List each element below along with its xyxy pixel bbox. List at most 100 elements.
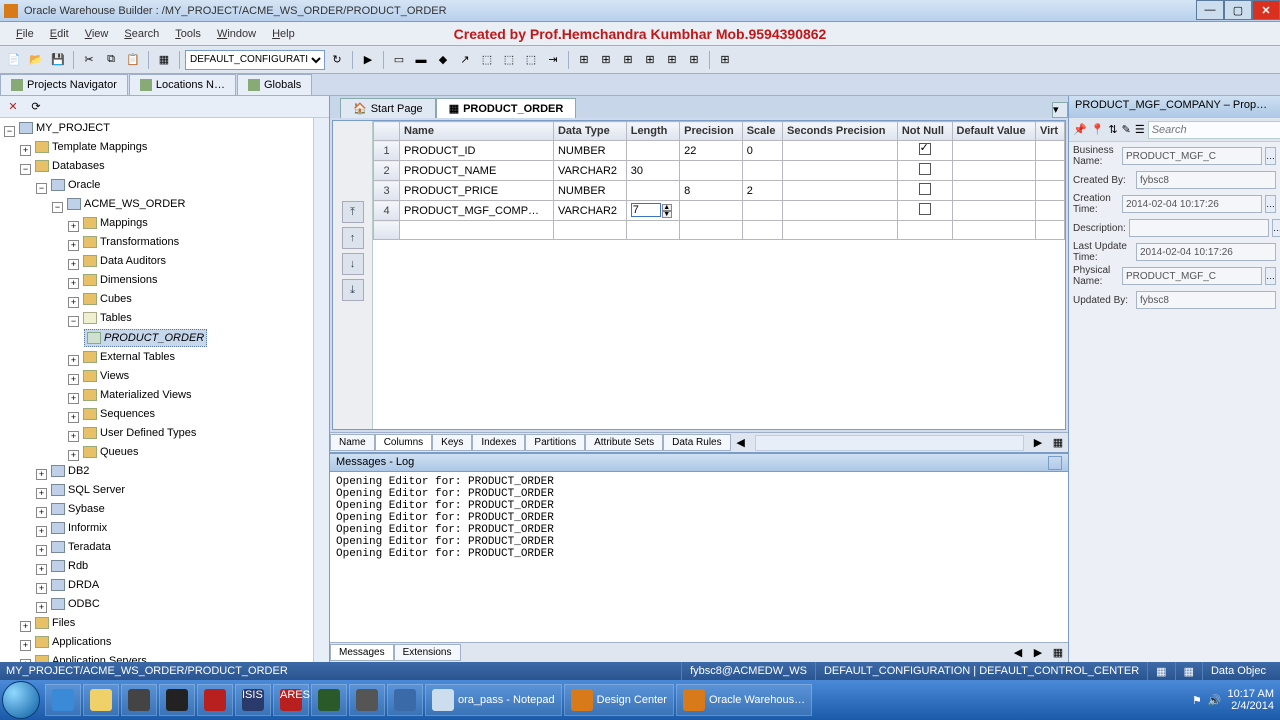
msg-nav-end-icon[interactable]: ▦ (1048, 643, 1068, 663)
tb-icon-3[interactable]: ◆ (433, 50, 453, 70)
tree-node[interactable]: Sybase (49, 501, 107, 517)
tree-node[interactable]: Transformations (81, 234, 181, 250)
move-up-button[interactable]: ↑ (342, 227, 364, 249)
spin-up-icon[interactable]: ▲ (662, 204, 672, 211)
tab-product-order[interactable]: ▦ PRODUCT_ORDER (436, 98, 577, 118)
tree-node[interactable]: Materialized Views (81, 387, 194, 403)
column-header[interactable]: Precision (680, 122, 743, 141)
notnull-checkbox[interactable] (919, 163, 931, 175)
move-bottom-button[interactable]: ⤓ (342, 279, 364, 301)
tab-projects-navigator[interactable]: Projects Navigator (0, 74, 128, 95)
tree-node[interactable]: Dimensions (81, 272, 159, 288)
move-down-button[interactable]: ↓ (342, 253, 364, 275)
prop-search-input[interactable] (1148, 121, 1280, 139)
tree-node[interactable]: Views (81, 368, 131, 384)
columns-table[interactable]: NameData TypeLengthPrecisionScaleSeconds… (373, 121, 1065, 240)
tree-node[interactable]: Applications (33, 634, 113, 650)
cut-icon[interactable]: ✂ (79, 50, 99, 70)
property-value[interactable] (1122, 195, 1262, 213)
tree-node[interactable]: Application Servers (33, 653, 149, 662)
prop-pin-icon[interactable]: 📌 (1072, 121, 1088, 139)
task-design-center[interactable]: Design Center (564, 684, 674, 716)
tree-node-product-order[interactable]: PRODUCT_ORDER (84, 329, 207, 347)
messages-tab-messages[interactable]: Messages (330, 644, 394, 661)
tree-node[interactable]: Files (33, 615, 77, 631)
bottom-tab-keys[interactable]: Keys (432, 434, 472, 451)
column-header[interactable] (374, 122, 400, 141)
tb-icon-9[interactable]: ⊞ (574, 50, 594, 70)
tb-icon-12[interactable]: ⊞ (640, 50, 660, 70)
save-icon[interactable]: 💾 (48, 50, 68, 70)
property-more-button[interactable]: … (1265, 195, 1276, 213)
status-icon-1[interactable]: ▦ (1147, 662, 1174, 680)
tb-icon-4[interactable]: ↗ (455, 50, 475, 70)
messages-collapse-icon[interactable] (1048, 456, 1062, 470)
close-button[interactable]: ✕ (1252, 0, 1280, 20)
tree-node[interactable]: Queues (81, 444, 141, 460)
menu-edit[interactable]: Edit (42, 25, 77, 43)
task-ie[interactable] (45, 684, 81, 716)
column-header[interactable]: Seconds Precision (783, 122, 898, 141)
tb-icon-13[interactable]: ⊞ (662, 50, 682, 70)
bottom-tab-attribute-sets[interactable]: Attribute Sets (585, 434, 663, 451)
messages-log[interactable]: Opening Editor for: PRODUCT_ORDER Openin… (330, 472, 1068, 642)
task-app10[interactable] (387, 684, 423, 716)
column-header[interactable]: Default Value (952, 122, 1035, 141)
prop-pin2-icon[interactable]: 📍 (1090, 121, 1106, 139)
task-app5[interactable] (197, 684, 233, 716)
tb-icon-6[interactable]: ⬚ (499, 50, 519, 70)
msg-nav-left-icon[interactable]: ◀ (1008, 643, 1028, 663)
table-row[interactable]: 2PRODUCT_NAMEVARCHAR230 (374, 161, 1065, 181)
property-value[interactable] (1129, 219, 1269, 237)
move-top-button[interactable]: ⤒ (342, 201, 364, 223)
tree-node[interactable]: Cubes (81, 291, 134, 307)
task-app3[interactable] (121, 684, 157, 716)
tree-node[interactable]: Mappings (81, 215, 150, 231)
column-header[interactable]: Scale (742, 122, 782, 141)
column-header[interactable]: Name (400, 122, 554, 141)
menu-view[interactable]: View (77, 25, 117, 43)
system-tray[interactable]: ⚑ 🔊 10:17 AM2/4/2014 (1192, 688, 1278, 712)
table-row[interactable]: 1PRODUCT_IDNUMBER220 (374, 141, 1065, 161)
maximize-button[interactable]: ▢ (1224, 0, 1252, 20)
column-header[interactable]: Data Type (553, 122, 626, 141)
bottom-tabs-corner-icon[interactable]: ▦ (1048, 433, 1068, 453)
status-icon-2[interactable]: ▦ (1175, 662, 1202, 680)
property-value[interactable] (1136, 171, 1276, 189)
property-value[interactable] (1122, 267, 1262, 285)
column-header[interactable]: Length (626, 122, 679, 141)
tree-node[interactable]: User Defined Types (81, 425, 198, 441)
tb-icon-11[interactable]: ⊞ (618, 50, 638, 70)
task-app6[interactable]: ISIS (235, 684, 271, 716)
tree-node[interactable]: SQL Server (49, 482, 127, 498)
messages-tab-extensions[interactable]: Extensions (394, 644, 461, 661)
tree-scrollbar[interactable] (313, 118, 329, 662)
config-select[interactable]: DEFAULT_CONFIGURATI… (185, 50, 325, 70)
copy-icon[interactable]: ⧉ (101, 50, 121, 70)
notnull-checkbox[interactable] (919, 203, 931, 215)
tree-node[interactable]: ODBC (49, 596, 102, 612)
validate-icon[interactable]: ▦ (154, 50, 174, 70)
task-notepad[interactable]: ora_pass - Notepad (425, 684, 562, 716)
tree-node[interactable]: DB2 (49, 463, 91, 479)
tree-node[interactable]: Rdb (49, 558, 90, 574)
tree-refresh-icon[interactable]: ⟳ (26, 97, 46, 117)
paste-icon[interactable]: 📋 (123, 50, 143, 70)
length-input[interactable] (631, 203, 661, 217)
tree-node[interactable]: Sequences (81, 406, 157, 422)
table-row[interactable]: 4PRODUCT_MGF_COMP…VARCHAR2▲▼ (374, 201, 1065, 221)
tree-close-icon[interactable]: ✕ (3, 97, 23, 117)
h-scrollbar[interactable] (755, 435, 1024, 451)
property-value[interactable] (1122, 147, 1262, 165)
msg-nav-right-icon[interactable]: ▶ (1028, 643, 1048, 663)
tree-node[interactable]: External Tables (81, 349, 177, 365)
notnull-checkbox[interactable] (919, 183, 931, 195)
tab-globals[interactable]: Globals (237, 74, 312, 95)
bottom-tab-indexes[interactable]: Indexes (472, 434, 525, 451)
bottom-tab-columns[interactable]: Columns (375, 434, 432, 451)
open-icon[interactable]: 📂 (26, 50, 46, 70)
spin-down-icon[interactable]: ▼ (662, 211, 672, 218)
tab-start-page[interactable]: 🏠 Start Page (340, 98, 436, 118)
property-value[interactable] (1136, 291, 1276, 309)
tree-node[interactable]: Informix (49, 520, 109, 536)
